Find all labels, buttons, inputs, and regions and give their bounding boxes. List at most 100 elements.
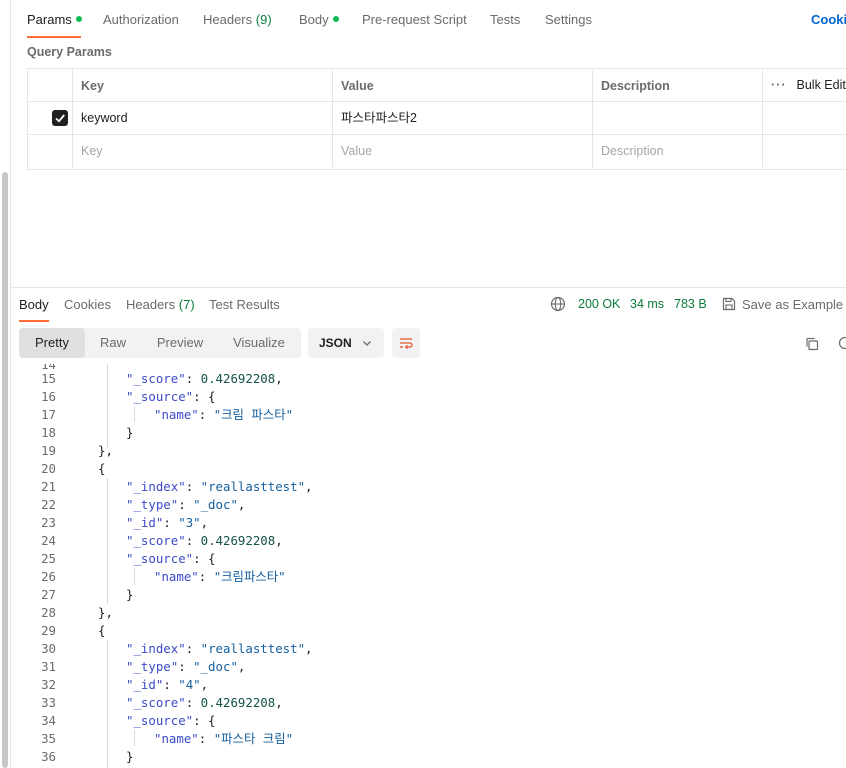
code-line: 25 "_source": { [10, 550, 846, 568]
code-text: "_type": "_doc", [126, 658, 245, 676]
json-punctuation: , [237, 497, 246, 512]
response-tab-headers[interactable]: Headers (7) [126, 297, 195, 312]
tab-pre-request-script[interactable]: Pre-request Script [362, 12, 467, 27]
json-punctuation: }, [98, 443, 113, 458]
tab-settings[interactable]: Settings [545, 12, 592, 27]
scrollbar-thumb[interactable] [2, 172, 8, 768]
code-line: 31 "_type": "_doc", [10, 658, 846, 676]
response-size[interactable]: 783 B [674, 297, 707, 311]
json-string: "_doc" [193, 659, 238, 674]
search-icon[interactable] [838, 336, 846, 352]
json-punctuation: : [163, 677, 179, 692]
code-line: 33 "_score": 0.42692208, [10, 694, 846, 712]
cookies-link[interactable]: Cookies [811, 12, 846, 27]
response-divider[interactable] [10, 287, 846, 288]
line-number: 26 [41, 569, 56, 584]
json-string: "4" [178, 677, 201, 692]
tab-headers[interactable]: Headers (9) [203, 12, 272, 27]
code-line: 16 "_source": { [10, 388, 846, 406]
line-number: 19 [41, 443, 56, 458]
tab-label: Body [299, 12, 329, 27]
row-extra-cell [763, 102, 846, 134]
json-key: "_score" [126, 533, 186, 548]
json-key: "_index" [126, 641, 186, 656]
tab-authorization[interactable]: Authorization [103, 12, 179, 27]
row-check-cell [28, 135, 73, 167]
query-params-table: Key Value Description ··· Bulk Edit keywo… [27, 68, 846, 170]
json-string: "3" [178, 515, 201, 530]
view-preview[interactable]: Preview [143, 328, 217, 358]
code-line: 21 "_index": "reallasttest", [10, 478, 846, 496]
json-punctuation: : [185, 479, 201, 494]
tab-label: Pre-request Script [362, 12, 467, 27]
line-number: 17 [41, 407, 56, 422]
view-mode-group: Pretty Raw Preview Visualize [19, 328, 301, 358]
response-time[interactable]: 34 ms [630, 297, 664, 311]
new-key-input[interactable]: Key [73, 135, 333, 167]
code-line: 34 "_source": { [10, 712, 846, 730]
param-key-field[interactable]: keyword [73, 102, 333, 134]
response-active-underline [19, 320, 49, 322]
json-punctuation: : [198, 569, 214, 584]
line-number: 31 [41, 659, 56, 674]
json-string: "파스타 크림" [213, 731, 294, 746]
new-value-input[interactable]: Value [333, 135, 593, 167]
save-icon[interactable] [721, 296, 737, 312]
response-tab-cookies[interactable]: Cookies [64, 297, 111, 312]
tab-label: Authorization [103, 12, 179, 27]
wrap-lines-button[interactable] [392, 328, 420, 358]
header-check-cell [28, 69, 73, 101]
code-text: "_index": "reallasttest", [126, 640, 313, 658]
json-string: "_doc" [193, 497, 238, 512]
code-text: "name": "크림 파스타" [154, 406, 293, 424]
json-key: "name" [154, 407, 199, 422]
param-value-field[interactable]: 파스타파스타2 [333, 102, 593, 134]
json-punctuation: : [198, 407, 214, 422]
json-punctuation: , [275, 371, 283, 386]
code-line: 28}, [10, 604, 846, 622]
code-text: { [98, 460, 105, 478]
save-as-example-button[interactable]: Save as Example [742, 297, 843, 312]
table-header-row: Key Value Description ··· Bulk Edit [28, 69, 846, 102]
new-description-input[interactable]: Description [593, 135, 763, 167]
tab-params[interactable]: Params [27, 12, 82, 27]
json-key: "_source" [126, 713, 194, 728]
params-dot-indicator [75, 16, 82, 22]
json-string: "크림 파스타" [213, 407, 294, 422]
response-tab-body[interactable]: Body [19, 297, 49, 312]
json-punctuation: , [200, 677, 209, 692]
view-raw[interactable]: Raw [87, 328, 139, 358]
request-tabs: Params Authorization Headers (9) Body Pr… [27, 0, 846, 40]
more-options-icon[interactable]: ··· [771, 69, 787, 101]
header-description: Description [593, 70, 763, 102]
tab-tests[interactable]: Tests [490, 12, 520, 27]
json-punctuation: : { [193, 551, 216, 566]
json-punctuation: : [178, 659, 194, 674]
copy-icon[interactable] [804, 336, 820, 352]
param-description-field[interactable] [593, 102, 763, 134]
code-line: 35 "name": "파스타 크림" [10, 730, 846, 748]
response-body-viewer[interactable]: 14 15 "_score": 0.42692208, 16 "_source": {… [10, 364, 846, 768]
tab-label: Params [27, 12, 72, 27]
tab-body[interactable]: Body [299, 12, 339, 27]
line-number: 18 [41, 425, 56, 440]
param-checkbox[interactable] [52, 110, 68, 126]
code-text: { [98, 622, 105, 640]
json-string: "크림파스타" [213, 569, 286, 584]
bulk-edit-button[interactable]: Bulk Edit [797, 78, 846, 92]
view-pretty[interactable]: Pretty [19, 328, 85, 358]
response-tab-test-results[interactable]: Test Results [209, 297, 280, 312]
json-key: "_id" [126, 677, 164, 692]
code-text: "_source": { [126, 550, 216, 568]
status-code[interactable]: 200 OK [578, 297, 620, 311]
line-number: 34 [41, 713, 56, 728]
code-text: "_score": 0.42692208, [126, 532, 283, 550]
line-number: 24 [41, 533, 56, 548]
line-number: 30 [41, 641, 56, 656]
json-punctuation: : [163, 515, 179, 530]
json-number: 0.42692208 [200, 533, 276, 548]
globe-icon[interactable] [550, 296, 566, 312]
view-visualize[interactable]: Visualize [221, 328, 297, 358]
format-select[interactable]: JSON [308, 328, 384, 358]
code-line: 29 { [10, 622, 846, 640]
